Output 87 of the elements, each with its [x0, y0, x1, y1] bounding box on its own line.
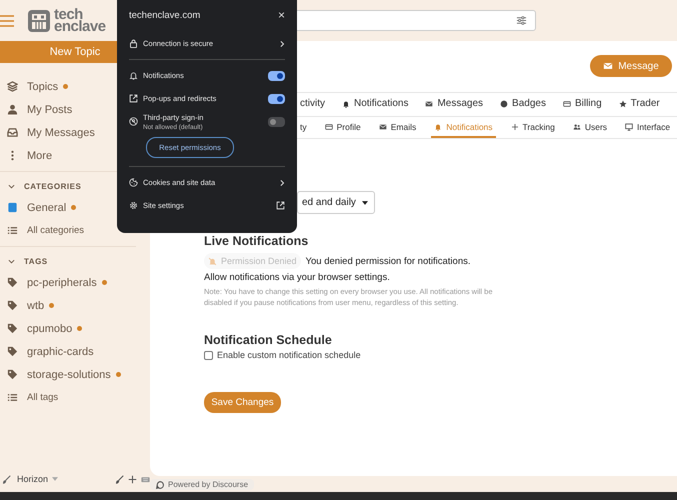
menu-icon[interactable] [0, 14, 14, 26]
site-domain: techenclave.com [129, 10, 200, 20]
external-link-icon [129, 94, 138, 103]
brush-icon[interactable] [115, 474, 124, 484]
settings-tab[interactable]: Users [570, 117, 610, 138]
checkbox[interactable] [204, 350, 213, 360]
checkbox-label[interactable]: Enable custom notification schedule [217, 350, 361, 360]
section-title[interactable]: TAGS [24, 256, 48, 266]
logo-word: enclave [54, 20, 106, 32]
chevron-icon[interactable] [8, 258, 15, 264]
monitor-icon [625, 122, 634, 130]
settings-tab[interactable]: ty [297, 117, 310, 138]
bell-icon [434, 122, 442, 130]
tag-icon [7, 300, 18, 311]
nav-tab[interactable]: Messages [422, 93, 486, 116]
sidebar-link[interactable]: All categories [27, 225, 84, 236]
cookie-icon [129, 178, 138, 187]
tag-icon [7, 369, 18, 380]
close-button[interactable]: × [278, 9, 285, 21]
card-icon [324, 122, 333, 130]
nav-tab[interactable]: ctivity [297, 93, 328, 116]
star-icon [618, 100, 627, 108]
settings-tab[interactable]: Tracking [508, 117, 558, 138]
envelope-icon [425, 100, 434, 108]
allow-instruction: Allow notifications via your browser settings. [204, 272, 391, 283]
nav-tab[interactable]: Billing [560, 93, 605, 116]
section-heading: Live Notifications [204, 234, 310, 248]
toggle-switch[interactable] [268, 70, 285, 80]
card-icon [562, 100, 571, 108]
chevron-icon[interactable] [8, 182, 15, 190]
external-link-icon[interactable] [276, 201, 285, 210]
sidebar-link[interactable]: All tags [27, 392, 58, 403]
blocked-person-icon [129, 117, 138, 126]
sidebar-link[interactable]: General [27, 202, 66, 214]
caret-icon [362, 200, 368, 204]
site-logo[interactable]: tech enclave [27, 8, 106, 32]
theme-selector[interactable]: Horizon [17, 474, 48, 484]
sidebar-link[interactable]: cpumobo [27, 322, 72, 334]
list-icon [7, 225, 18, 236]
tag-icon [7, 346, 18, 357]
users-icon [572, 122, 581, 130]
section-title[interactable]: CATEGORIES [24, 182, 82, 190]
chevron-right-icon[interactable] [279, 40, 285, 48]
bell-slash-icon [208, 256, 217, 266]
plus-icon [510, 122, 519, 130]
tag-icon [7, 323, 18, 334]
toggle-switch[interactable] [268, 94, 285, 104]
discourse-logo-icon [156, 480, 164, 488]
tag-icon [7, 277, 18, 288]
settings-icon [129, 201, 138, 210]
sidebar-link[interactable]: storage-solutions [27, 368, 111, 380]
person-icon [7, 104, 18, 115]
section-heading: Notification Schedule [204, 333, 333, 347]
nav-tab[interactable]: Badges [497, 93, 549, 116]
sidebar-link[interactable]: Topics [27, 80, 58, 92]
frequency-dropdown[interactable]: ed and daily [297, 191, 375, 214]
sidebar-link[interactable]: More [27, 150, 52, 162]
sidebar-link[interactable]: wtb [27, 300, 44, 312]
permission-denied-badge: Permission Denied [204, 253, 301, 269]
settings-tab[interactable]: Profile [322, 117, 364, 138]
category-square-icon [7, 202, 18, 213]
sidebar-link[interactable]: graphic-cards [27, 346, 94, 358]
filter-sliders-icon[interactable] [516, 15, 527, 26]
nav-tab[interactable]: Notifications [339, 93, 412, 116]
bell-icon [129, 71, 138, 80]
powered-by-badge[interactable]: Powered by Discourse [150, 479, 254, 490]
layers-icon [7, 81, 18, 92]
settings-tab[interactable]: Emails [376, 117, 420, 138]
list-icon [7, 392, 18, 403]
nav-tab[interactable]: Trader [616, 93, 663, 116]
sidebar-link[interactable]: pc-peripherals [27, 276, 97, 288]
lock-icon [129, 39, 138, 48]
sidebar-link[interactable]: My Posts [27, 104, 72, 116]
logo-word: tech [54, 8, 83, 20]
sidebar-link[interactable]: My Messages [27, 126, 95, 138]
chevron-right-icon[interactable] [279, 178, 285, 186]
bell-icon [342, 100, 350, 108]
settings-tab[interactable]: Interface [622, 117, 674, 138]
toggle-switch[interactable] [268, 116, 285, 126]
badge-icon [500, 100, 508, 108]
envelope-icon [603, 61, 614, 71]
denied-message: You denied permission for notifications. [306, 256, 470, 266]
plus-icon[interactable] [128, 474, 137, 484]
robot-logo-icon [27, 8, 51, 32]
envelope-icon [378, 122, 387, 130]
inbox-icon [7, 127, 18, 138]
brush-icon [2, 474, 11, 484]
